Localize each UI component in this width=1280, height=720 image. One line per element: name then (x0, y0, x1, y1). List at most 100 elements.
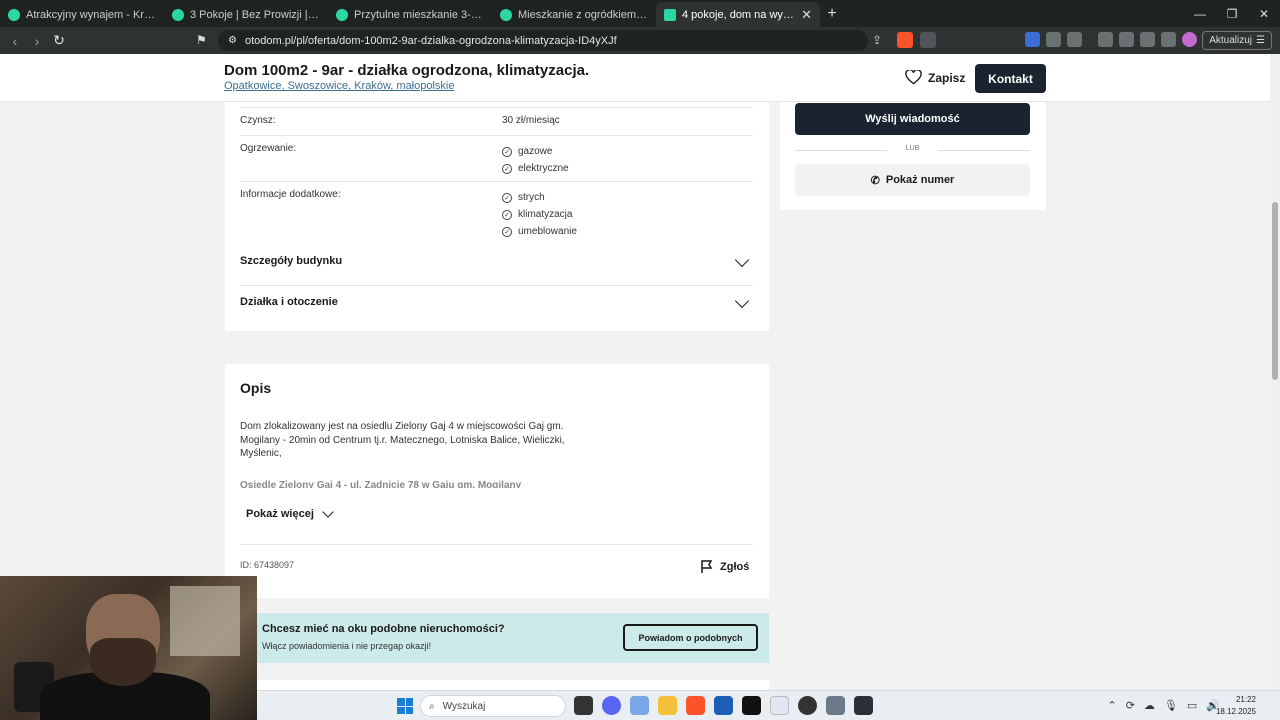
chevron-up-icon[interactable]: ⌃ (1107, 699, 1116, 712)
contact-button[interactable]: Kontakt (975, 64, 1046, 93)
window-controls: — ❐ ✕ (1184, 0, 1280, 27)
description-heading: Opis (240, 380, 272, 396)
list-item: ✓ umeblowanie (502, 223, 577, 240)
listing-id: ID: 67438097 (240, 560, 295, 570)
media-icon[interactable] (1098, 32, 1113, 47)
cloud-icon[interactable]: ☁ (1144, 699, 1155, 712)
browser-tab[interactable]: Mieszkanie z ogródkiem i miejscem p (492, 2, 656, 27)
divider (240, 544, 753, 545)
store-icon[interactable] (714, 696, 733, 715)
page-scrollbar[interactable] (1270, 54, 1280, 690)
settings-icon[interactable] (826, 696, 845, 715)
listing-location-link[interactable]: Opatkowice, Swoszowice, Kraków, małopols… (224, 80, 454, 92)
close-window-icon[interactable]: ✕ (1248, 0, 1280, 27)
show-more-button[interactable]: Pokaż więcej (246, 506, 334, 520)
divider (240, 107, 753, 108)
browser-tab-active[interactable]: 4 pokoje, dom na wynajem - Kra✕ (656, 2, 820, 27)
obs-icon[interactable] (798, 696, 817, 715)
send-message-button[interactable]: Wyślij wiadomość (795, 103, 1030, 135)
address-bar-row: ‹ › ↻ ⚑ ⚙ otodom.pl/pl/oferta/dom-100m2-… (0, 27, 1280, 54)
new-tab-button[interactable]: + (820, 5, 844, 23)
webcam-overlay (0, 576, 257, 720)
list-item: ✓ strych (502, 189, 577, 206)
save-button[interactable]: Zapisz (905, 70, 965, 85)
vpn-icon[interactable] (1161, 32, 1176, 47)
update-button[interactable]: Aktualizuj ☰ (1202, 31, 1272, 50)
similar-alert-banner: Chcesz mieć na oku podobne nieruchomości… (256, 613, 769, 663)
check-circle-icon: ✓ (502, 146, 512, 157)
copilot-icon[interactable] (630, 696, 649, 715)
divider (240, 181, 753, 182)
extensions-bar (1025, 32, 1197, 47)
otodom-favicon-icon (336, 8, 348, 21)
system-tray: ⌃ ⟳ ☁ 🎙 ▭ 🔊 (1107, 699, 1220, 712)
accordion-building-details[interactable]: Szczegóły budynku (240, 252, 753, 275)
browser-tab[interactable]: Przytulne mieszkanie 3-pokojowe Kr (328, 2, 492, 27)
profile-avatar-icon[interactable] (1182, 32, 1197, 47)
task-view-icon[interactable] (574, 696, 593, 715)
divider (240, 285, 753, 286)
list-item: ✓ gazowe (502, 143, 569, 160)
heart-icon (905, 70, 922, 85)
chevron-down-icon (734, 293, 750, 309)
notepad-icon[interactable] (770, 696, 789, 715)
divider (240, 135, 753, 136)
brave-rewards-icon[interactable] (920, 32, 936, 48)
nvidia-icon[interactable] (742, 696, 761, 715)
show-number-button[interactable]: ✆ Pokaż numer (795, 164, 1030, 196)
browser-tab[interactable]: Atrakcyjny wynajem - Kraków - sprav (0, 2, 164, 27)
alert-subtitle: Włącz powiadomienia i nie przegap okazji… (262, 641, 432, 651)
app-icon[interactable] (854, 696, 873, 715)
phone-icon: ✆ (870, 174, 880, 187)
taskbar-search[interactable]: ⌕ Wyszukaj (420, 695, 566, 717)
description-card: Opis Dom zlokalizowany jest na osiedlu Z… (225, 364, 769, 598)
report-button[interactable]: Zgłoś (700, 560, 749, 574)
detail-row-extra-info: Informacje dodatkowe: ✓ strych ✓ klimatyza… (240, 189, 753, 245)
sidebar-icon[interactable] (1119, 32, 1134, 47)
check-circle-icon: ✓ (502, 209, 512, 220)
leo-ai-icon[interactable] (1140, 32, 1155, 47)
extensions-puzzle-icon[interactable] (1046, 32, 1061, 47)
otodom-favicon-icon (664, 8, 676, 21)
otodom-favicon-icon (172, 8, 184, 21)
back-icon[interactable]: ‹ (4, 33, 26, 49)
discord-icon[interactable] (602, 696, 621, 715)
screenshot-icon[interactable] (1067, 32, 1082, 47)
divider (938, 150, 1030, 151)
reload-icon[interactable]: ↻ (48, 32, 70, 49)
forward-icon[interactable]: › (26, 33, 48, 49)
share-icon[interactable]: ⇪ (872, 33, 882, 47)
flag-icon (701, 560, 713, 573)
chevron-down-icon (734, 252, 750, 268)
sync-icon[interactable]: ⟳ (1126, 699, 1135, 712)
check-circle-icon: ✓ (502, 226, 512, 237)
brave-shields-icon[interactable] (897, 32, 913, 48)
url-text: otodom.pl/pl/oferta/dom-100m2-9ar-dzialk… (244, 34, 617, 47)
accordion-plot-surroundings[interactable]: Działka i otoczenie (240, 293, 753, 316)
windows-start-icon[interactable] (397, 698, 413, 714)
scrollbar-thumb[interactable] (1272, 202, 1278, 380)
sticky-listing-header: Dom 100m2 - 9ar - działka ogrodzona, kli… (0, 54, 1270, 102)
chevron-down-icon (322, 506, 334, 518)
microphone-icon[interactable]: 🎙 (1164, 699, 1178, 712)
taskbar-clock[interactable]: 21:22 18.12.2025 (1216, 694, 1256, 718)
brave-browser-icon[interactable] (686, 696, 705, 715)
browser-tab[interactable]: 3 Pokoje | Bez Prowizji | Od Zaraz | Pc (164, 2, 328, 27)
list-item: ✓ klimatyzacja (502, 206, 577, 223)
restore-icon[interactable]: ❐ (1216, 0, 1248, 27)
notify-similar-button[interactable]: Powiadom o podobnych (623, 624, 758, 651)
extension-icon[interactable] (1025, 32, 1040, 47)
site-info-icon[interactable]: ⚙ (228, 35, 237, 46)
description-faded-text: Osiedle Zielony Gaj 4 - ul. Zadnicie 78 … (240, 480, 522, 488)
detail-row-heating: Ogrzewanie: ✓ gazowe ✓ elektryczne (240, 143, 753, 183)
check-circle-icon: ✓ (502, 163, 512, 174)
minimize-icon[interactable]: — (1184, 0, 1216, 27)
close-tab-icon[interactable]: ✕ (801, 7, 812, 23)
network-icon[interactable]: ▭ (1187, 699, 1197, 712)
bookmark-icon[interactable]: ⚑ (196, 33, 207, 47)
url-field[interactable]: ⚙ otodom.pl/pl/oferta/dom-100m2-9ar-dzia… (218, 30, 868, 51)
check-circle-icon: ✓ (502, 192, 512, 203)
detail-row-rent: Czynsz: 30 zł/miesiąc (240, 115, 560, 126)
details-card: Czynsz: 30 zł/miesiąc Ogrzewanie: ✓ gazow… (225, 94, 769, 331)
file-explorer-icon[interactable] (658, 696, 677, 715)
